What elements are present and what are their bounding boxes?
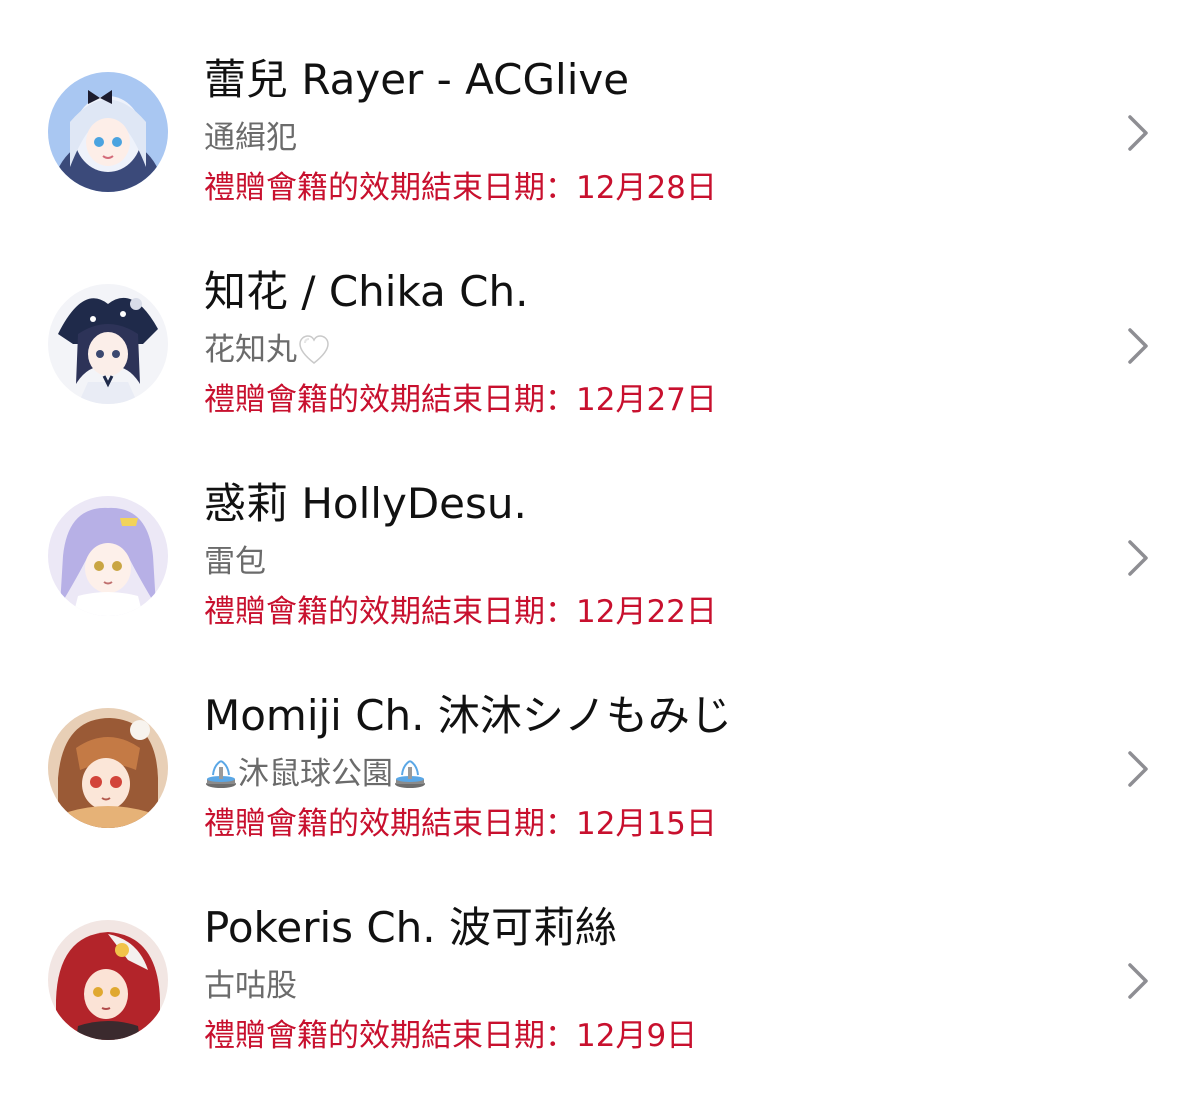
avatar [48,708,168,828]
channel-name: 惑莉 HollyDesu. [204,479,527,528]
fountain-icon [393,757,427,791]
member-nickname: 雷包 [204,544,266,580]
member-nickname: 花知丸 [204,330,331,370]
chevron-right-icon[interactable] [1124,113,1152,153]
list-item[interactable]: Momiji Ch. 沐沐シノもみじ 沐鼠球公園 禮贈會籍的效期結束日期：12月… [0,688,1200,900]
membership-expiry: 禮贈會籍的效期結束日期：12月22日 [204,594,717,630]
member-nickname-text: 花知丸 [204,332,297,368]
member-nickname: 沐鼠球公園 [204,754,427,794]
list-item[interactable]: Pokeris Ch. 波可莉絲 古咕股 禮贈會籍的效期結束日期：12月9日 [0,900,1200,1112]
chevron-right-icon[interactable] [1124,326,1152,366]
channel-name: 知花 / Chika Ch. [204,267,529,316]
fountain-icon [204,757,238,791]
membership-expiry: 禮贈會籍的效期結束日期：12月27日 [204,382,717,418]
member-nickname: 古咕股 [204,968,297,1004]
avatar [48,72,168,192]
avatar [48,284,168,404]
chevron-right-icon[interactable] [1124,749,1152,789]
member-nickname: 通緝犯 [204,120,297,156]
membership-list: 蕾兒 Rayer - ACGlive 通緝犯 禮贈會籍的效期結束日期：12月28… [0,0,1200,1096]
channel-name: Momiji Ch. 沐沐シノもみじ [204,691,732,740]
membership-expiry: 禮贈會籍的效期結束日期：12月15日 [204,806,717,842]
list-item[interactable]: 惑莉 HollyDesu. 雷包 禮贈會籍的效期結束日期：12月22日 [0,476,1200,688]
membership-expiry: 禮贈會籍的效期結束日期：12月9日 [204,1018,698,1054]
chevron-right-icon[interactable] [1124,538,1152,578]
channel-name: Pokeris Ch. 波可莉絲 [204,903,618,952]
member-nickname-text: 沐鼠球公園 [238,756,393,792]
chevron-right-icon[interactable] [1124,961,1152,1001]
channel-name: 蕾兒 Rayer - ACGlive [204,55,630,104]
avatar [48,496,168,616]
list-item[interactable]: 蕾兒 Rayer - ACGlive 通緝犯 禮贈會籍的效期結束日期：12月28… [0,52,1200,264]
list-item[interactable]: 知花 / Chika Ch. 花知丸 禮贈會籍的效期結束日期：12月27日 [0,264,1200,476]
white-heart-icon [297,333,331,367]
membership-expiry: 禮贈會籍的效期結束日期：12月28日 [204,170,717,206]
avatar [48,920,168,1040]
